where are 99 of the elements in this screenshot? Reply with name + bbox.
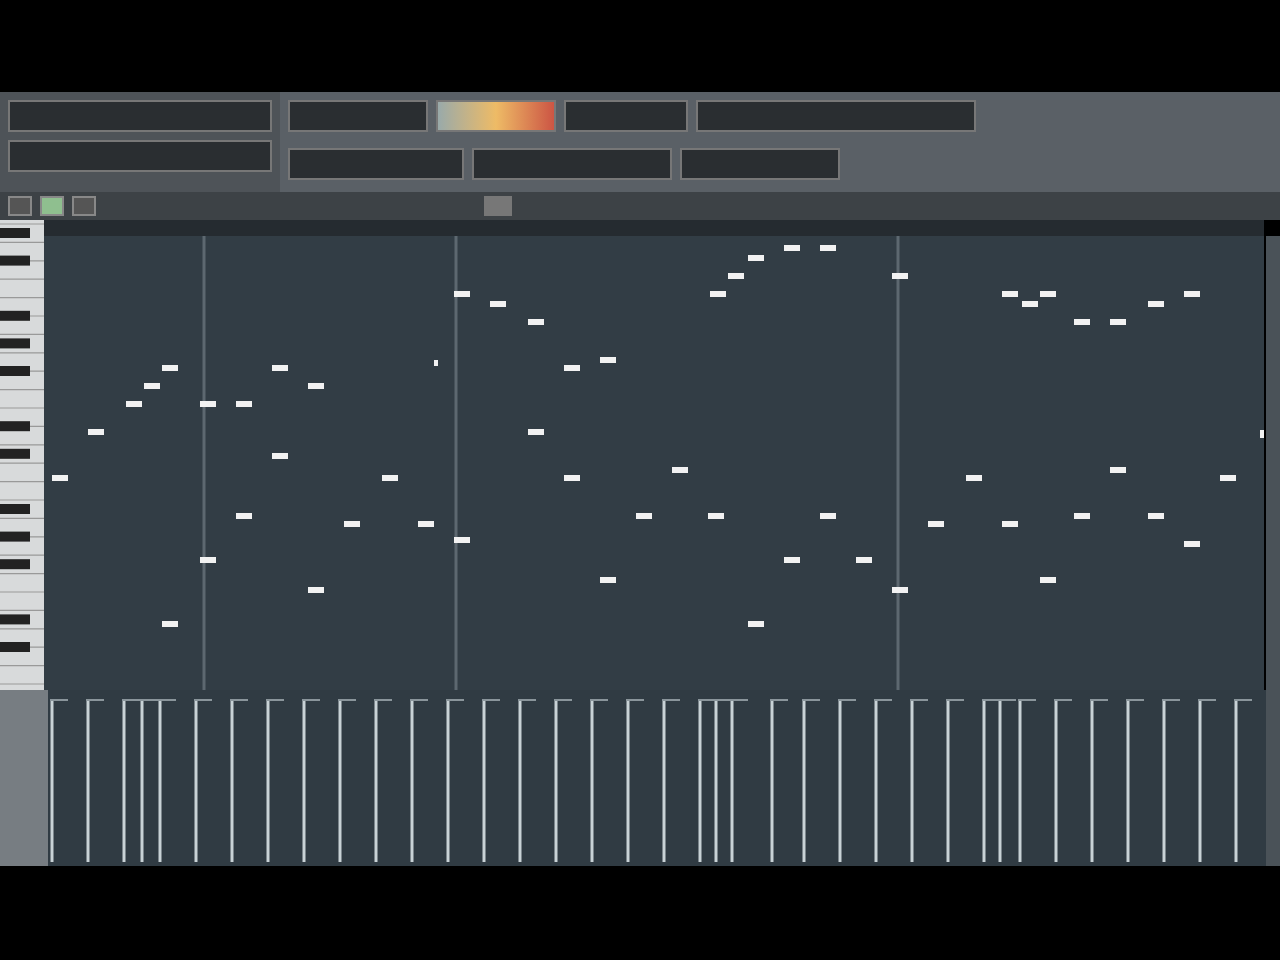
master-volume-panel[interactable] [680, 148, 840, 180]
velocity-bar[interactable] [121, 699, 141, 862]
velocity-bar[interactable] [337, 699, 357, 862]
velocity-bar[interactable] [713, 699, 733, 862]
tool-button[interactable] [72, 196, 96, 216]
note-block[interactable] [528, 319, 544, 325]
note-block[interactable] [1074, 319, 1090, 325]
note-block[interactable] [564, 475, 580, 481]
note-block[interactable] [820, 513, 836, 519]
piano-keyboard-drawing[interactable] [0, 220, 45, 690]
note-block[interactable] [454, 537, 470, 543]
velocity-bar[interactable] [85, 699, 105, 862]
note-block[interactable] [200, 401, 216, 407]
velocity-bar[interactable] [729, 699, 749, 862]
velocity-bar[interactable] [873, 699, 893, 862]
velocity-bar[interactable] [981, 699, 1001, 862]
note-block[interactable] [236, 513, 252, 519]
note-block[interactable] [52, 475, 68, 481]
note-block[interactable] [1184, 541, 1200, 547]
note-block[interactable] [892, 587, 908, 593]
note-block[interactable] [1184, 291, 1200, 297]
note-block[interactable] [1110, 319, 1126, 325]
velocity-bar[interactable] [1197, 699, 1217, 862]
note-block[interactable] [856, 557, 872, 563]
note-block[interactable] [966, 475, 982, 481]
note-block[interactable] [1040, 577, 1056, 583]
velocity-bar[interactable] [409, 699, 429, 862]
note-block[interactable] [308, 587, 324, 593]
note-block[interactable] [892, 273, 908, 279]
note-block[interactable] [1148, 513, 1164, 519]
velocity-bar[interactable] [909, 699, 929, 862]
tool-button[interactable] [40, 196, 64, 216]
velocity-bar[interactable] [1089, 699, 1109, 862]
note-block[interactable] [600, 577, 616, 583]
velocity-bar[interactable] [373, 699, 393, 862]
note-block[interactable] [1110, 467, 1126, 473]
monitor-panel [564, 100, 688, 132]
velocity-bar[interactable] [265, 699, 285, 862]
note-block[interactable] [490, 301, 506, 307]
velocity-bar[interactable] [625, 699, 645, 862]
velocity-bar[interactable] [837, 699, 857, 862]
velocity-bar[interactable] [1017, 699, 1037, 862]
transport-panel[interactable] [288, 148, 464, 180]
note-block[interactable] [344, 521, 360, 527]
velocity-bar[interactable] [589, 699, 609, 862]
scrollbar[interactable] [1266, 690, 1280, 866]
velocity-bar[interactable] [697, 699, 717, 862]
velocity-bar[interactable] [193, 699, 213, 862]
velocity-bar[interactable] [997, 699, 1017, 862]
scroll-handle[interactable] [484, 196, 512, 216]
note-block[interactable] [1148, 301, 1164, 307]
velocity-bar[interactable] [517, 699, 537, 862]
note-block[interactable] [564, 365, 580, 371]
note-block[interactable] [418, 521, 434, 527]
note-block[interactable] [672, 467, 688, 473]
velocity-lane[interactable] [48, 690, 1266, 866]
note-block[interactable] [784, 557, 800, 563]
velocity-bar[interactable] [445, 699, 465, 862]
velocity-bar[interactable] [769, 699, 789, 862]
note-block[interactable] [600, 357, 616, 363]
velocity-bar[interactable] [801, 699, 821, 862]
velocity-bar[interactable] [481, 699, 501, 862]
note-block[interactable] [708, 513, 724, 519]
note-block[interactable] [162, 621, 178, 627]
velocity-bar[interactable] [553, 699, 573, 862]
display-panel [288, 100, 428, 132]
velocity-bar[interactable] [301, 699, 321, 862]
note-block[interactable] [1074, 513, 1090, 519]
note-block[interactable] [528, 429, 544, 435]
velocity-bar[interactable] [661, 699, 681, 862]
note-block[interactable] [272, 365, 288, 371]
velocity-bar[interactable] [229, 699, 249, 862]
meter-panel [436, 100, 556, 132]
scrollbar[interactable] [1266, 236, 1280, 690]
note-block[interactable] [636, 513, 652, 519]
velocity-bar[interactable] [1233, 699, 1253, 862]
note-block[interactable] [820, 245, 836, 251]
velocity-bar[interactable] [945, 699, 965, 862]
velocity-bar[interactable] [157, 699, 177, 862]
note-block[interactable] [784, 245, 800, 251]
note-block[interactable] [748, 621, 764, 627]
velocity-bar[interactable] [49, 699, 69, 862]
note-block[interactable] [1220, 475, 1236, 481]
note-block[interactable] [200, 557, 216, 563]
note-block[interactable] [308, 383, 324, 389]
note-block[interactable] [454, 291, 470, 297]
note-block[interactable] [236, 401, 252, 407]
note-block[interactable] [928, 521, 944, 527]
velocity-bar[interactable] [139, 699, 159, 862]
preset-field[interactable] [8, 100, 272, 132]
note-block[interactable] [1002, 521, 1018, 527]
velocity-bar[interactable] [1161, 699, 1181, 862]
note-block[interactable] [88, 429, 104, 435]
velocity-bar[interactable] [1125, 699, 1145, 862]
velocity-bar[interactable] [1053, 699, 1073, 862]
pattern-field[interactable] [8, 140, 272, 172]
note-block[interactable] [272, 453, 288, 459]
note-block[interactable] [382, 475, 398, 481]
tool-button[interactable] [8, 196, 32, 216]
